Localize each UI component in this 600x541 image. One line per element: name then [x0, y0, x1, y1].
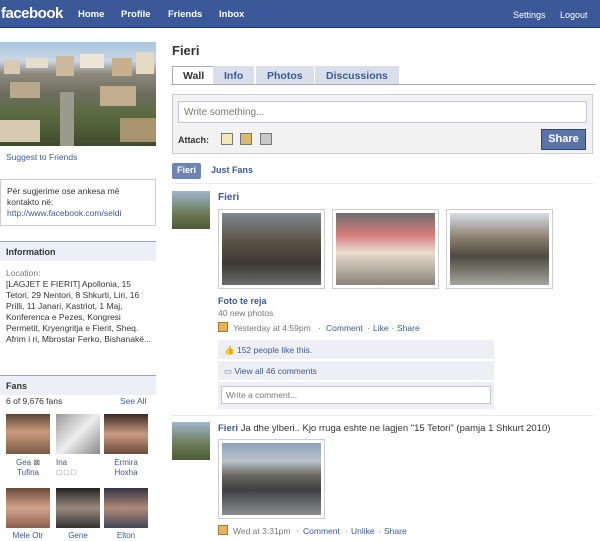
contact-link[interactable]: http://www.facebook.com/seldi	[7, 208, 149, 219]
thumbs-up-icon: 👍	[224, 345, 235, 355]
location-label: Location:	[6, 268, 41, 278]
fan-name[interactable]: Ina ☐☐☐	[56, 458, 100, 479]
divider	[172, 415, 593, 416]
fan-name[interactable]: Gea ⊠ Tufina	[6, 458, 50, 478]
post-message: Ja dhe ylberi.. Kjo rruga eshte ne lagje…	[240, 423, 551, 434]
fan-name[interactable]: Ermira Hoxha	[104, 458, 148, 478]
attach-photo-icon[interactable]	[240, 133, 252, 145]
attach-video-icon[interactable]	[260, 133, 272, 145]
view-all-comments-link[interactable]: View all 46 comments	[234, 366, 317, 376]
nav-logout[interactable]: Logout	[560, 10, 588, 20]
nav-settings[interactable]: Settings	[513, 10, 546, 20]
tab-discussions[interactable]: Discussions	[315, 66, 399, 84]
tab-photos[interactable]: Photos	[256, 66, 314, 84]
suggest-to-friends-link[interactable]: Suggest to Friends	[6, 152, 77, 162]
post-photo[interactable]	[218, 439, 325, 519]
nav-home[interactable]: Home	[78, 9, 104, 20]
filter-page-posts[interactable]: Fieri	[172, 163, 202, 179]
photo-icon	[218, 525, 228, 535]
comment-bubble-icon: ▭	[224, 366, 233, 376]
post-text: Fieri Ja dhe ylberi.. Kjo rruga eshte ne…	[218, 423, 596, 434]
album-photo[interactable]	[218, 209, 325, 289]
post-author[interactable]: Fieri	[218, 423, 238, 434]
share-button[interactable]: Share	[541, 129, 586, 150]
attach-note-icon[interactable]	[221, 133, 233, 145]
tab-info[interactable]: Info	[213, 66, 255, 84]
tab-divider	[171, 84, 596, 85]
album-subtitle: 40 new photos	[218, 308, 274, 318]
nav-profile[interactable]: Profile	[121, 9, 151, 20]
fan-photo[interactable]	[104, 414, 148, 454]
fan-name[interactable]: Mele Otr	[6, 531, 50, 541]
divider	[172, 183, 593, 184]
contact-text: Për sugjerime ose ankesa më kontakto në:	[7, 186, 120, 207]
location-value: [LAGJET E FIERIT] Apollonia, 15 Tetori, …	[6, 279, 152, 344]
page-title: Fieri	[172, 43, 200, 58]
fan-photo[interactable]	[6, 488, 50, 528]
comment-input[interactable]: Write a comment...	[221, 386, 491, 404]
fans-count: 6 of 9,676 fans	[6, 396, 63, 406]
nav-friends[interactable]: Friends	[168, 9, 202, 20]
tab-wall[interactable]: Wall	[172, 66, 216, 85]
post-timestamp[interactable]: Yesterday at 4:59pm	[233, 323, 311, 333]
album-title-link[interactable]: Foto te reja	[218, 296, 267, 306]
album-photo[interactable]	[332, 209, 439, 289]
attach-label: Attach:	[178, 135, 209, 145]
profile-picture[interactable]	[0, 42, 156, 146]
fan-name[interactable]: Gene	[56, 531, 100, 541]
information-header: Information	[0, 241, 156, 261]
like-link[interactable]: Like	[373, 323, 389, 333]
view-comments-row: ▭ View all 46 comments	[218, 361, 494, 380]
fan-photo[interactable]	[56, 488, 100, 528]
contact-box: Për sugjerime ose ankesa më kontakto në:…	[0, 179, 156, 226]
top-nav-bar: facebook Home Profile Friends Inbox Sett…	[0, 0, 600, 28]
likes-count[interactable]: 152 people like this.	[237, 345, 312, 355]
post-author-avatar[interactable]	[172, 422, 210, 460]
see-all-fans-link[interactable]: See All	[120, 396, 146, 406]
photo-album-icon	[218, 322, 228, 332]
fan-photo[interactable]	[6, 414, 50, 454]
publisher-input[interactable]: Write something...	[178, 101, 587, 123]
post-author-avatar[interactable]	[172, 191, 210, 229]
facebook-logo[interactable]: facebook	[1, 5, 63, 22]
comment-box-row: Write a comment...	[218, 382, 494, 409]
post-author[interactable]: Fieri	[218, 192, 239, 203]
comment-link[interactable]: Comment	[326, 323, 363, 333]
fans-header: Fans	[0, 375, 156, 395]
fan-photo[interactable]	[104, 488, 148, 528]
publisher-box: Write something... Attach: Share	[172, 94, 593, 154]
fan-name[interactable]: Elton	[104, 531, 148, 541]
nav-inbox[interactable]: Inbox	[219, 9, 244, 20]
album-photo[interactable]	[446, 209, 553, 289]
share-link[interactable]: Share	[397, 323, 420, 333]
filter-just-fans[interactable]: Just Fans	[211, 165, 253, 175]
likes-row: 👍 152 people like this.	[218, 340, 494, 359]
fan-photo[interactable]	[56, 414, 100, 454]
